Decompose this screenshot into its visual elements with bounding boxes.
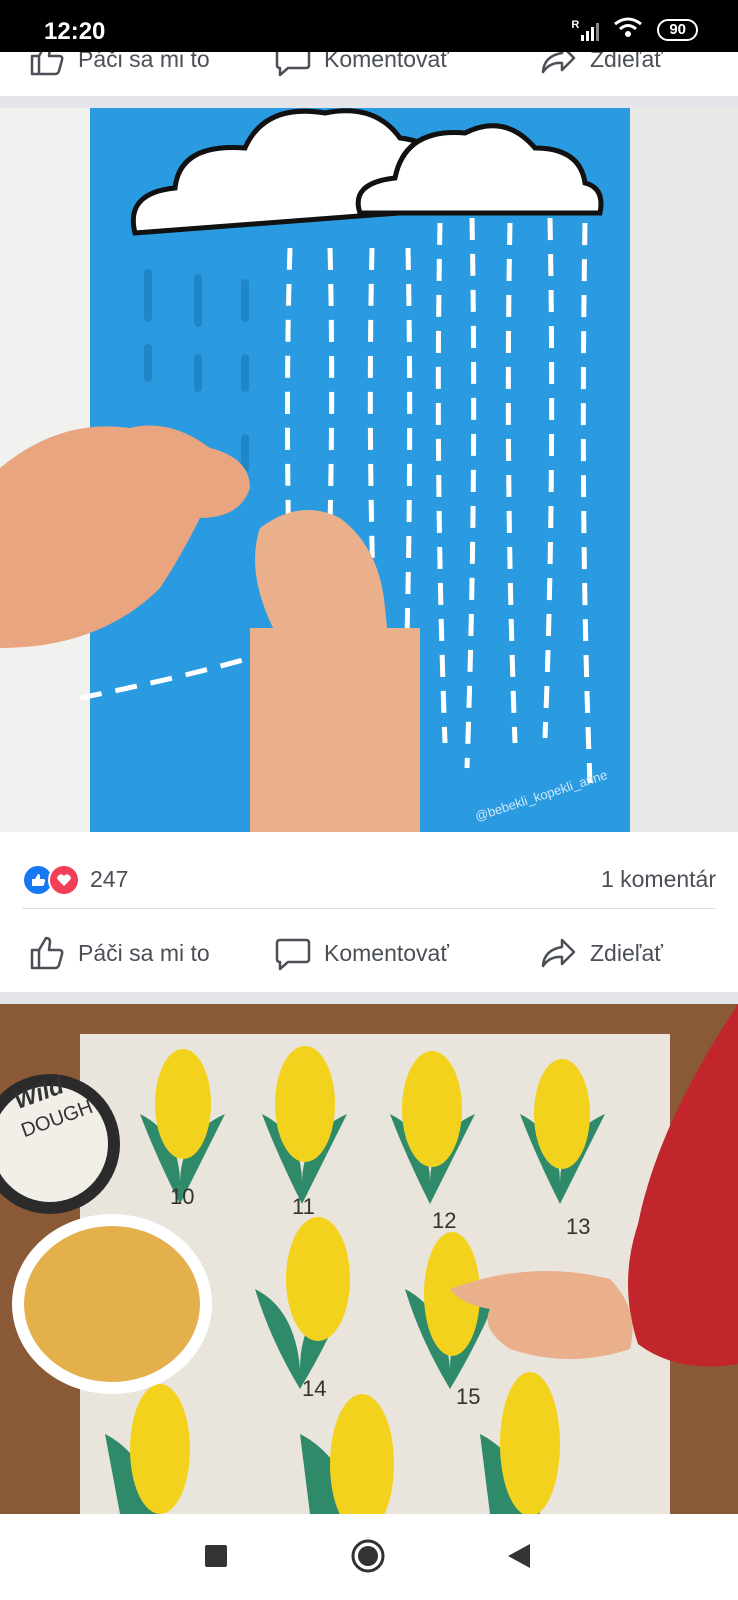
corn-number-13: 13 [566, 1214, 591, 1239]
reactions-divider [22, 908, 716, 909]
post1-image [0, 108, 738, 832]
thumbs-up-icon [30, 936, 64, 970]
share-label: Zdieľať [590, 939, 663, 966]
wifi-icon [613, 16, 643, 43]
comment-label: Komentovať [324, 939, 449, 966]
corn-number-12: 12 [432, 1208, 457, 1233]
signal-roaming-label: R [571, 18, 580, 31]
status-time: 12:20 [44, 18, 106, 45]
comment-button[interactable]: Komentovať [274, 934, 449, 972]
back-triangle-icon[interactable] [506, 1542, 532, 1575]
comment-count[interactable]: 1 komentár [601, 866, 716, 893]
post2-image [0, 1004, 738, 1514]
post2-photo[interactable]: Wild DOUGH 10 11 12 13 14 15 [0, 1004, 738, 1514]
system-nav-bar [0, 1514, 738, 1600]
stop-square-icon[interactable] [204, 1544, 228, 1573]
battery-icon: 90 [657, 18, 698, 41]
corn-number-11: 11 [292, 1194, 315, 1219]
reaction-icons[interactable] [22, 864, 80, 896]
feed-divider-middle [0, 992, 738, 1004]
like-button[interactable]: Páči sa mi to [28, 934, 210, 972]
status-icons: R 90 [571, 16, 698, 43]
corn-number-15: 15 [456, 1384, 481, 1409]
status-bar: 12:20 R 90 [0, 0, 738, 52]
share-icon [541, 938, 576, 968]
corn-number-10: 10 [170, 1184, 195, 1209]
post1-action-bar: Páči sa mi to Komentovať Zdieľať [0, 918, 738, 988]
corn-number-14: 14 [302, 1376, 327, 1401]
comment-icon [275, 938, 311, 971]
post1-reactions-row: 247 1 komentár [0, 848, 738, 908]
reaction-count[interactable]: 247 [90, 866, 128, 893]
post1-photo[interactable]: @bebekli_kopekli_anne [0, 108, 738, 832]
signal-icon: R [571, 18, 600, 41]
home-circle-icon[interactable] [350, 1538, 386, 1579]
like-label: Páči sa mi to [78, 939, 210, 966]
love-reaction-icon [48, 864, 80, 896]
feed-divider-top [0, 96, 738, 108]
share-button[interactable]: Zdieľať [540, 934, 663, 972]
